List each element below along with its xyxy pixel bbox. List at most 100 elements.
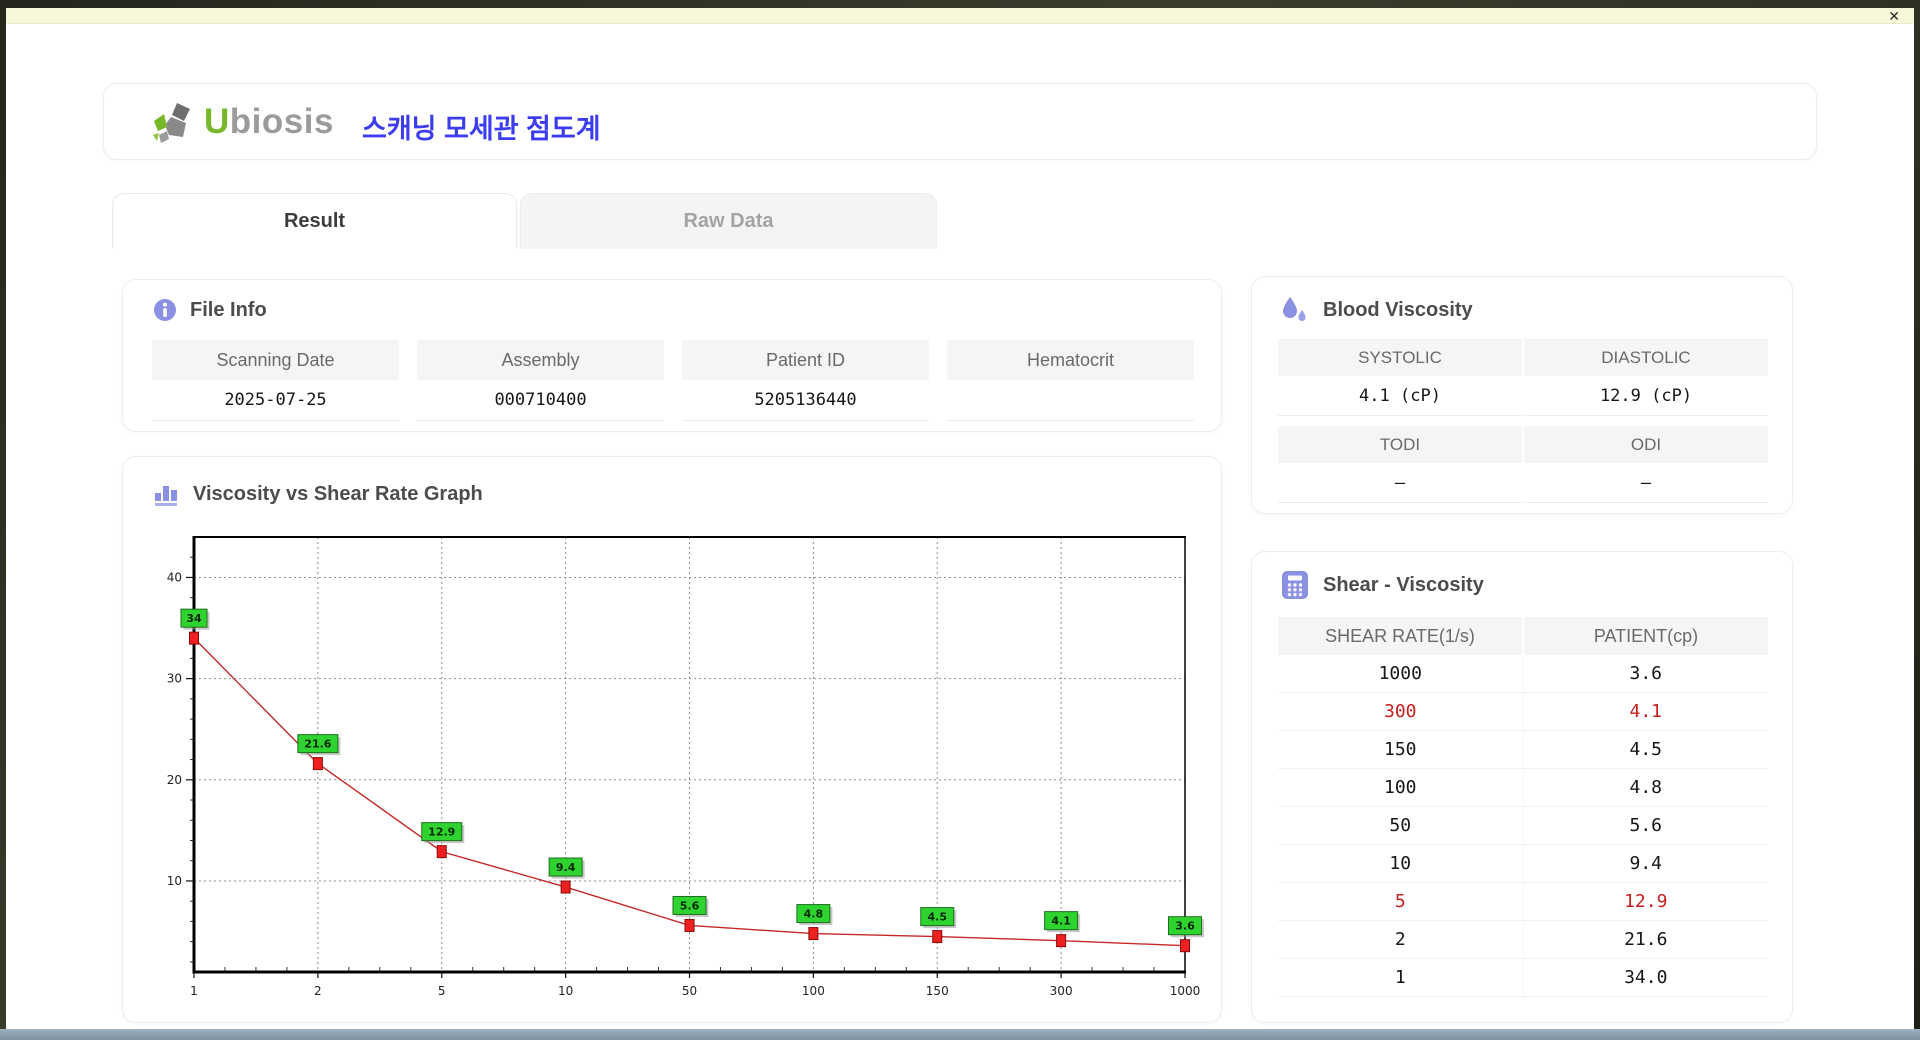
svg-text:9.4: 9.4: [556, 861, 576, 874]
bv-label: SYSTOLIC: [1278, 339, 1522, 376]
shear-rate-cell: 100: [1278, 769, 1523, 807]
shear-table-header: SHEAR RATE(1/s) PATIENT(cp): [1278, 617, 1768, 655]
patient-cp-cell: 4.1: [1522, 693, 1768, 731]
patient-cp-cell: 3.6: [1522, 655, 1768, 693]
table-row: 300 4.1: [1278, 693, 1768, 731]
table-row: 150 4.5: [1278, 731, 1768, 769]
bv-value-row: – –: [1278, 463, 1768, 503]
table-row: 1000 3.6: [1278, 655, 1768, 693]
field-value: 2025-07-25: [152, 380, 399, 421]
field-value: [947, 380, 1194, 421]
table-row: 2 21.6: [1278, 921, 1768, 959]
bv-value: –: [1524, 463, 1768, 503]
svg-text:5.6: 5.6: [680, 899, 700, 912]
patient-cp-cell: 4.5: [1522, 731, 1768, 769]
droplets-icon: [1283, 297, 1306, 321]
svg-text:4.8: 4.8: [804, 908, 824, 921]
bv-header-row: TODI ODI: [1278, 426, 1768, 463]
app-window: ✕ Ubiosis 스캐닝 모세관 점도계 Result Raw Data Fi…: [6, 8, 1914, 1029]
bv-label: TODI: [1278, 426, 1522, 463]
app-logo: Ubiosis: [152, 100, 334, 144]
bv-value: 12.9 (cP): [1524, 376, 1768, 416]
shear-rate-cell: 300: [1278, 693, 1523, 731]
logo-letter-u: U: [204, 102, 230, 141]
field-label: Scanning Date: [152, 340, 399, 380]
table-row: 5 12.9: [1278, 883, 1768, 921]
field-value: 000710400: [417, 380, 664, 421]
taskbar-strip: [0, 1029, 1920, 1040]
svg-text:50: 50: [682, 984, 697, 998]
file-info-field: Hematocrit: [947, 340, 1194, 421]
table-row: 10 9.4: [1278, 845, 1768, 883]
shear-viscosity-title: Shear - Viscosity: [1323, 573, 1484, 596]
file-info-title: File Info: [190, 298, 267, 321]
patient-cp-cell: 34.0: [1522, 959, 1768, 997]
bv-value: 4.1 (cP): [1278, 376, 1522, 416]
svg-text:30: 30: [167, 672, 182, 686]
patient-cp-cell: 9.4: [1522, 845, 1768, 883]
app-title-korean: 스캐닝 모세관 점도계: [362, 114, 601, 144]
field-label: Patient ID: [682, 340, 929, 380]
svg-text:34: 34: [186, 612, 202, 625]
file-info-field: Patient ID 5205136440: [682, 340, 929, 421]
shear-rate-cell: 50: [1278, 807, 1523, 845]
bv-label: ODI: [1524, 426, 1768, 463]
graph-card: Viscosity vs Shear Rate Graph 10 20 30 40 1 2…: [122, 456, 1222, 1023]
viscosity-chart: 10 20 30 40 1 2 5 10 50 100 150 300 1000 34 21.6 12.9 9.…: [167, 536, 1204, 998]
svg-text:10: 10: [558, 984, 573, 998]
shear-rate-cell: 2: [1278, 921, 1523, 959]
logo-leaf-icon: [153, 103, 190, 143]
svg-text:1000: 1000: [1170, 984, 1201, 998]
svg-text:4.1: 4.1: [1051, 915, 1071, 928]
shear-rate-cell: 10: [1278, 845, 1523, 883]
tab-raw-data[interactable]: Raw Data: [520, 193, 937, 249]
svg-text:3.6: 3.6: [1175, 920, 1195, 933]
svg-text:150: 150: [926, 984, 949, 998]
svg-text:5: 5: [438, 984, 446, 998]
table-row: 50 5.6: [1278, 807, 1768, 845]
logo-text: Ubiosis: [204, 102, 334, 142]
file-info-field: Assembly 000710400: [417, 340, 664, 421]
shear-viscosity-card: Shear - Viscosity SHEAR RATE(1/s) PATIEN…: [1251, 551, 1793, 1023]
blood-viscosity-grid: SYSTOLIC DIASTOLIC 4.1 (cP) 12.9 (cP) TODI OD…: [1278, 339, 1768, 503]
svg-text:40: 40: [167, 570, 182, 584]
file-info-card: File Info Scanning Date 2025-07-25 Assembl…: [122, 279, 1222, 432]
field-label: Assembly: [417, 340, 664, 380]
patient-cp-cell: 4.8: [1522, 769, 1768, 807]
shear-table-body: 1000 3.6 300 4.1 150 4.5 100 4.8 50 5.6 10 9.4 5 12.9…: [1278, 655, 1768, 997]
field-value: 5205136440: [682, 380, 929, 421]
svg-text:12.9: 12.9: [428, 826, 455, 839]
svg-text:100: 100: [802, 984, 825, 998]
shear-rate-cell: 1000: [1278, 655, 1523, 693]
shear-rate-cell: 1: [1278, 959, 1523, 997]
svg-text:20: 20: [167, 773, 182, 787]
window-titlebar: ✕: [6, 8, 1914, 24]
svg-text:4.5: 4.5: [928, 911, 948, 924]
patient-col-header: PATIENT(cp): [1524, 617, 1768, 655]
bar-chart-icon: [155, 486, 177, 506]
bv-group: TODI ODI – –: [1278, 426, 1768, 503]
bv-label: DIASTOLIC: [1524, 339, 1768, 376]
svg-text:21.6: 21.6: [304, 738, 331, 751]
file-info-field: Scanning Date 2025-07-25: [152, 340, 399, 421]
tab-result[interactable]: Result: [112, 193, 517, 249]
shear-viscosity-table: SHEAR RATE(1/s) PATIENT(cp) 1000 3.6 300 4.…: [1278, 617, 1768, 997]
field-label: Hematocrit: [947, 340, 1194, 380]
shear-col-header: SHEAR RATE(1/s): [1278, 617, 1522, 655]
table-row: 100 4.8: [1278, 769, 1768, 807]
blood-viscosity-title: Blood Viscosity: [1323, 298, 1473, 321]
shear-rate-cell: 5: [1278, 883, 1523, 921]
calculator-icon: [1282, 571, 1308, 599]
svg-text:10: 10: [167, 874, 182, 888]
close-icon[interactable]: ✕: [1874, 8, 1914, 24]
blood-viscosity-card: Blood Viscosity SYSTOLIC DIASTOLIC 4.1 (cP…: [1251, 276, 1793, 514]
bv-header-row: SYSTOLIC DIASTOLIC: [1278, 339, 1768, 376]
patient-cp-cell: 21.6: [1522, 921, 1768, 959]
bv-value-row: 4.1 (cP) 12.9 (cP): [1278, 376, 1768, 416]
patient-cp-cell: 5.6: [1522, 807, 1768, 845]
header-card: Ubiosis 스캐닝 모세관 점도계: [103, 83, 1817, 160]
svg-text:300: 300: [1050, 984, 1073, 998]
file-info-fields: Scanning Date 2025-07-25 Assembly 000710400…: [152, 340, 1194, 421]
svg-text:1: 1: [190, 984, 198, 998]
logo-rest: biosis: [229, 102, 334, 141]
